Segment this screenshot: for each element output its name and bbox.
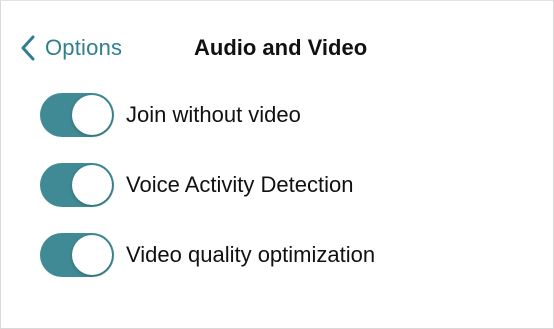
audio-video-settings-panel: Options Audio and Video Join without vid… xyxy=(0,0,554,329)
video-quality-optimization-row: Video quality optimization xyxy=(40,231,375,279)
voice-activity-detection-row: Voice Activity Detection xyxy=(40,161,353,209)
join-without-video-row: Join without video xyxy=(40,91,301,139)
toggle-knob xyxy=(72,165,112,205)
toggle-knob xyxy=(72,95,112,135)
join-without-video-label: Join without video xyxy=(126,102,301,127)
navigation-bar: Options Audio and Video xyxy=(1,1,553,91)
chevron-left-icon xyxy=(21,35,35,61)
voice-activity-detection-toggle[interactable] xyxy=(40,163,114,207)
voice-activity-detection-label: Voice Activity Detection xyxy=(126,172,354,197)
join-without-video-toggle[interactable] xyxy=(40,93,114,137)
video-quality-optimization-toggle[interactable] xyxy=(40,233,114,277)
page-title: Audio and Video xyxy=(194,35,368,60)
back-button-label: Options xyxy=(45,35,123,60)
toggle-knob xyxy=(72,235,112,275)
back-button[interactable]: Options xyxy=(21,31,122,65)
video-quality-optimization-label: Video quality optimization xyxy=(126,242,376,267)
